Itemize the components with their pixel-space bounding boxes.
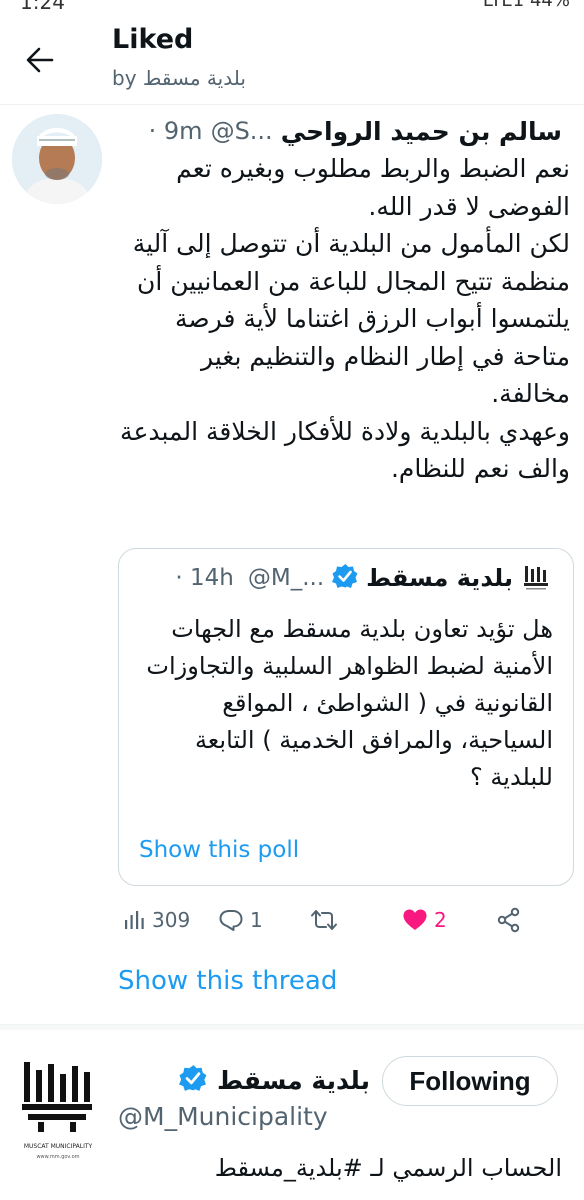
tweet-text: نعم الضبط والربط مطلوب وبغيره تعم الفوضى… — [120, 154, 570, 483]
analytics-icon — [125, 911, 144, 929]
account-name-row: بلدية مسقط — [179, 1064, 370, 1096]
retweet-icon — [311, 910, 337, 930]
verified-badge-icon — [332, 563, 358, 593]
tweet[interactable]: سالم بن حميد الرواحي @S... · 9m نعم الضب… — [0, 104, 584, 1024]
like-button[interactable]: 2 — [402, 900, 447, 940]
logo-url: www.mm.gov.om — [36, 1154, 79, 1160]
page-header: Liked by بلدية مسقط — [0, 12, 584, 104]
account-card[interactable]: MUSCAT MUNICIPALITY www.mm.gov.om بلدية … — [0, 1030, 584, 1200]
views-count: 309 — [152, 908, 191, 932]
reply-icon — [219, 910, 243, 931]
avatar-image — [12, 114, 102, 204]
status-time: 1:24 — [20, 0, 65, 12]
author-name[interactable]: سالم بن حميد الرواحي — [281, 117, 562, 146]
page-subtitle: by بلدية مسقط — [112, 66, 246, 90]
following-button[interactable]: Following — [382, 1056, 558, 1106]
status-indicators: LTE1 44% — [482, 0, 570, 11]
views-button[interactable]: 309 — [122, 900, 190, 940]
municipality-logo-icon — [521, 563, 551, 593]
account-name[interactable]: بلدية مسقط — [217, 1066, 370, 1095]
quoted-tweet-timestamp[interactable]: · 14h — [175, 565, 233, 591]
avatar[interactable] — [12, 114, 102, 204]
tweet-header: سالم بن حميد الرواحي @S... · 9m — [149, 112, 562, 150]
back-button[interactable] — [18, 38, 62, 82]
reply-count: 1 — [250, 908, 263, 932]
quoted-author-handle[interactable]: @M_... — [248, 565, 324, 591]
account-handle[interactable]: @M_Municipality — [118, 1102, 328, 1131]
show-thread-link[interactable]: Show this thread — [118, 966, 337, 996]
share-icon — [497, 907, 520, 933]
quoted-tweet-header: بلدية مسقط @M_... · 14h — [175, 563, 551, 593]
tweet-timestamp[interactable]: · 9m — [149, 117, 203, 145]
account-bio: الحساب الرسمي لـ #بلدية_مسقط — [214, 1154, 562, 1182]
page-title: Liked — [112, 24, 194, 55]
show-poll-link[interactable]: Show this poll — [139, 837, 299, 863]
verified-badge-icon — [179, 1064, 207, 1096]
account-logo[interactable]: MUSCAT MUNICIPALITY www.mm.gov.om — [14, 1056, 102, 1168]
like-count: 2 — [434, 908, 447, 932]
logo-caption: MUSCAT MUNICIPALITY — [24, 1143, 93, 1150]
author-handle[interactable]: @S... — [211, 117, 273, 145]
reply-button[interactable]: 1 — [218, 900, 263, 940]
retweet-button[interactable] — [310, 900, 338, 940]
arrow-left-icon — [26, 47, 54, 73]
tweet-actions: 309 1 2 — [120, 900, 560, 940]
quoted-tweet[interactable]: بلدية مسقط @M_... · 14h هل تؤيد تعاون بل… — [118, 548, 574, 886]
heart-filled-icon — [403, 909, 427, 930]
quoted-author-name[interactable]: بلدية مسقط — [366, 564, 513, 592]
share-button[interactable] — [496, 900, 522, 940]
status-bar: 1:24 LTE1 44% — [0, 0, 584, 12]
quoted-tweet-text: هل تؤيد تعاون بلدية مسقط مع الجهات الأمن… — [146, 615, 553, 791]
